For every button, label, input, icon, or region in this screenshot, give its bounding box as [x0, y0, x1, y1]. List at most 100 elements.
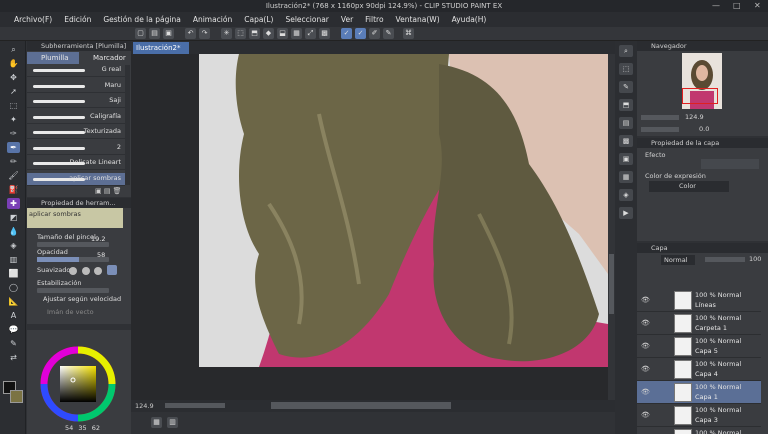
- layer-opacity-value[interactable]: 100: [749, 255, 761, 263]
- zoom-status[interactable]: 124.9: [135, 402, 154, 410]
- smoothing-options[interactable]: [69, 265, 121, 275]
- navigator-angle-value[interactable]: 0.0: [699, 125, 709, 133]
- navigator-thumbnail[interactable]: [682, 53, 722, 109]
- eye-icon[interactable]: 👁: [641, 296, 650, 304]
- layer-search-icon[interactable]: ✎: [619, 81, 633, 93]
- menu-layer[interactable]: Capa(L): [238, 15, 279, 24]
- eye-icon[interactable]: 👁: [641, 411, 650, 419]
- brush-item[interactable]: G real: [27, 64, 125, 77]
- color-wheel[interactable]: [40, 346, 116, 422]
- balloon-tool-icon[interactable]: 💬: [7, 324, 20, 335]
- pencil-tool-icon[interactable]: ✏: [7, 156, 20, 167]
- adjust-speed-checkbox[interactable]: Ajustar según velocidad: [43, 295, 121, 303]
- layer-row[interactable]: 👁 100 % Normal Capa 5: [637, 335, 761, 358]
- layer-opacity-slider[interactable]: [705, 257, 745, 262]
- invert-selection-icon[interactable]: ⬒: [249, 28, 260, 39]
- menu-window[interactable]: Ventana(W): [390, 15, 446, 24]
- expand-icon[interactable]: ⤢: [305, 28, 316, 39]
- blend-mode-select[interactable]: Normal: [661, 255, 695, 265]
- layer-row[interactable]: 👁 100 % Normal Capa 3: [637, 404, 761, 427]
- sub-color-swatch[interactable]: [10, 390, 23, 403]
- opacity-value[interactable]: 58: [97, 251, 105, 259]
- deselect-icon[interactable]: ⬚: [235, 28, 246, 39]
- color-set-icon[interactable]: ◈: [619, 189, 633, 201]
- layer-property-icon[interactable]: ▩: [619, 135, 633, 147]
- eraser-tool-icon[interactable]: ◩: [7, 212, 20, 223]
- transform-icon[interactable]: ⬓: [277, 28, 288, 39]
- move-tool-icon[interactable]: ✥: [7, 72, 20, 83]
- menu-view[interactable]: Ver: [335, 15, 359, 24]
- pen-tool-icon[interactable]: ✒: [7, 142, 20, 153]
- history-panel-icon[interactable]: ⬒: [619, 99, 633, 111]
- tab-plumilla[interactable]: Plumilla: [27, 52, 79, 64]
- navigator-panel-icon[interactable]: ⌕: [619, 45, 633, 57]
- tab-marcador[interactable]: Marcador: [79, 52, 131, 64]
- hand-tool-icon[interactable]: ✋: [7, 58, 20, 69]
- clip-studio-icon[interactable]: ⌘: [403, 28, 414, 39]
- eyedropper-icon[interactable]: ✑: [7, 128, 20, 139]
- redo-icon[interactable]: ↷: [199, 28, 210, 39]
- open-icon[interactable]: ▤: [149, 28, 160, 39]
- decoration-tool-icon[interactable]: ✚: [7, 198, 20, 209]
- operation-tool-icon[interactable]: ➚: [7, 86, 20, 97]
- navigator-zoom-value[interactable]: 124.9: [685, 113, 704, 121]
- reference-icon[interactable]: ✎: [383, 28, 394, 39]
- brush-item[interactable]: Maru: [27, 80, 125, 93]
- snap-special-ruler-icon[interactable]: ✓: [355, 28, 366, 39]
- undo-icon[interactable]: ↶: [185, 28, 196, 39]
- correct-line-tool-icon[interactable]: ✎: [7, 338, 20, 349]
- fill-icon[interactable]: ◆: [263, 28, 274, 39]
- gradient-tool-icon[interactable]: ▥: [7, 254, 20, 265]
- canvas-horizontal-scrollbar[interactable]: [271, 402, 451, 409]
- canvas-artwork[interactable]: [199, 54, 608, 367]
- eye-icon[interactable]: 👁: [641, 388, 650, 396]
- minimize-button[interactable]: —: [712, 0, 720, 12]
- layer-row[interactable]: 👁 100 % Normal Líneas: [637, 289, 761, 312]
- auto-action-icon[interactable]: ▶: [619, 207, 633, 219]
- layer-row[interactable]: 👁100 % NormalCapa 2: [637, 427, 761, 434]
- menu-animation[interactable]: Animación: [187, 15, 238, 24]
- layer-row[interactable]: 👁 100 % Normal Capa 4: [637, 358, 761, 381]
- navigator-zoom-slider[interactable]: [641, 115, 679, 120]
- figure-tool-icon[interactable]: ⬜: [7, 268, 20, 279]
- brush-list-scrollbar[interactable]: [125, 65, 130, 185]
- airbrush-tool-icon[interactable]: ⛽: [7, 184, 20, 195]
- stabilization-slider[interactable]: [37, 288, 109, 293]
- brush-item[interactable]: Texturizada: [27, 126, 125, 139]
- selection-tool-icon[interactable]: ⬚: [7, 100, 20, 111]
- layer-list-icon[interactable]: ▦: [151, 417, 162, 428]
- layer-row[interactable]: 👁 100 % Normal Carpeta 1: [637, 312, 761, 335]
- brush-item[interactable]: aplicar sombras: [27, 172, 125, 186]
- auto-select-icon[interactable]: ✦: [7, 114, 20, 125]
- animation-cels-icon[interactable]: ▣: [619, 153, 633, 165]
- canvas-vertical-scrollbar[interactable]: [608, 54, 615, 400]
- eye-icon[interactable]: 👁: [641, 319, 650, 327]
- expression-color-select[interactable]: Color: [649, 181, 729, 192]
- material-panel-icon[interactable]: ▤: [619, 117, 633, 129]
- subtool-actions[interactable]: ▣ ▤ 🗑: [95, 187, 122, 195]
- maximize-button[interactable]: □: [733, 0, 741, 12]
- effect-buttons[interactable]: [701, 159, 759, 169]
- eye-icon[interactable]: 👁: [641, 365, 650, 373]
- ruler-tool-icon[interactable]: 📐: [7, 296, 20, 307]
- menu-page-management[interactable]: Gestión de la página: [97, 15, 186, 24]
- snap-grid-icon[interactable]: ✐: [369, 28, 380, 39]
- timeline-icon[interactable]: ▥: [167, 417, 178, 428]
- swap-color-icon[interactable]: ⇄: [7, 352, 20, 363]
- fill-tool-icon[interactable]: ◈: [7, 240, 20, 251]
- menu-file[interactable]: Archivo(F): [8, 15, 58, 24]
- brush-tool-icon[interactable]: 🖌: [7, 170, 20, 181]
- menu-select[interactable]: Seleccionar: [279, 15, 334, 24]
- text-tool-icon[interactable]: A: [7, 310, 20, 321]
- frame-tool-icon[interactable]: ◯: [7, 282, 20, 293]
- menu-edit[interactable]: Edición: [58, 15, 97, 24]
- menu-filter[interactable]: Filtro: [359, 15, 389, 24]
- zoom-tool-icon[interactable]: ⌕: [7, 44, 20, 55]
- navigator-viewport[interactable]: [682, 88, 718, 104]
- subview-panel-icon[interactable]: ⬚: [619, 63, 633, 75]
- blend-tool-icon[interactable]: 💧: [7, 226, 20, 237]
- brush-item[interactable]: Delicate Lineart: [27, 157, 125, 170]
- menu-help[interactable]: Ayuda(H): [446, 15, 493, 24]
- navigator-rotate-slider[interactable]: [641, 127, 679, 132]
- eye-icon[interactable]: 👁: [641, 342, 650, 350]
